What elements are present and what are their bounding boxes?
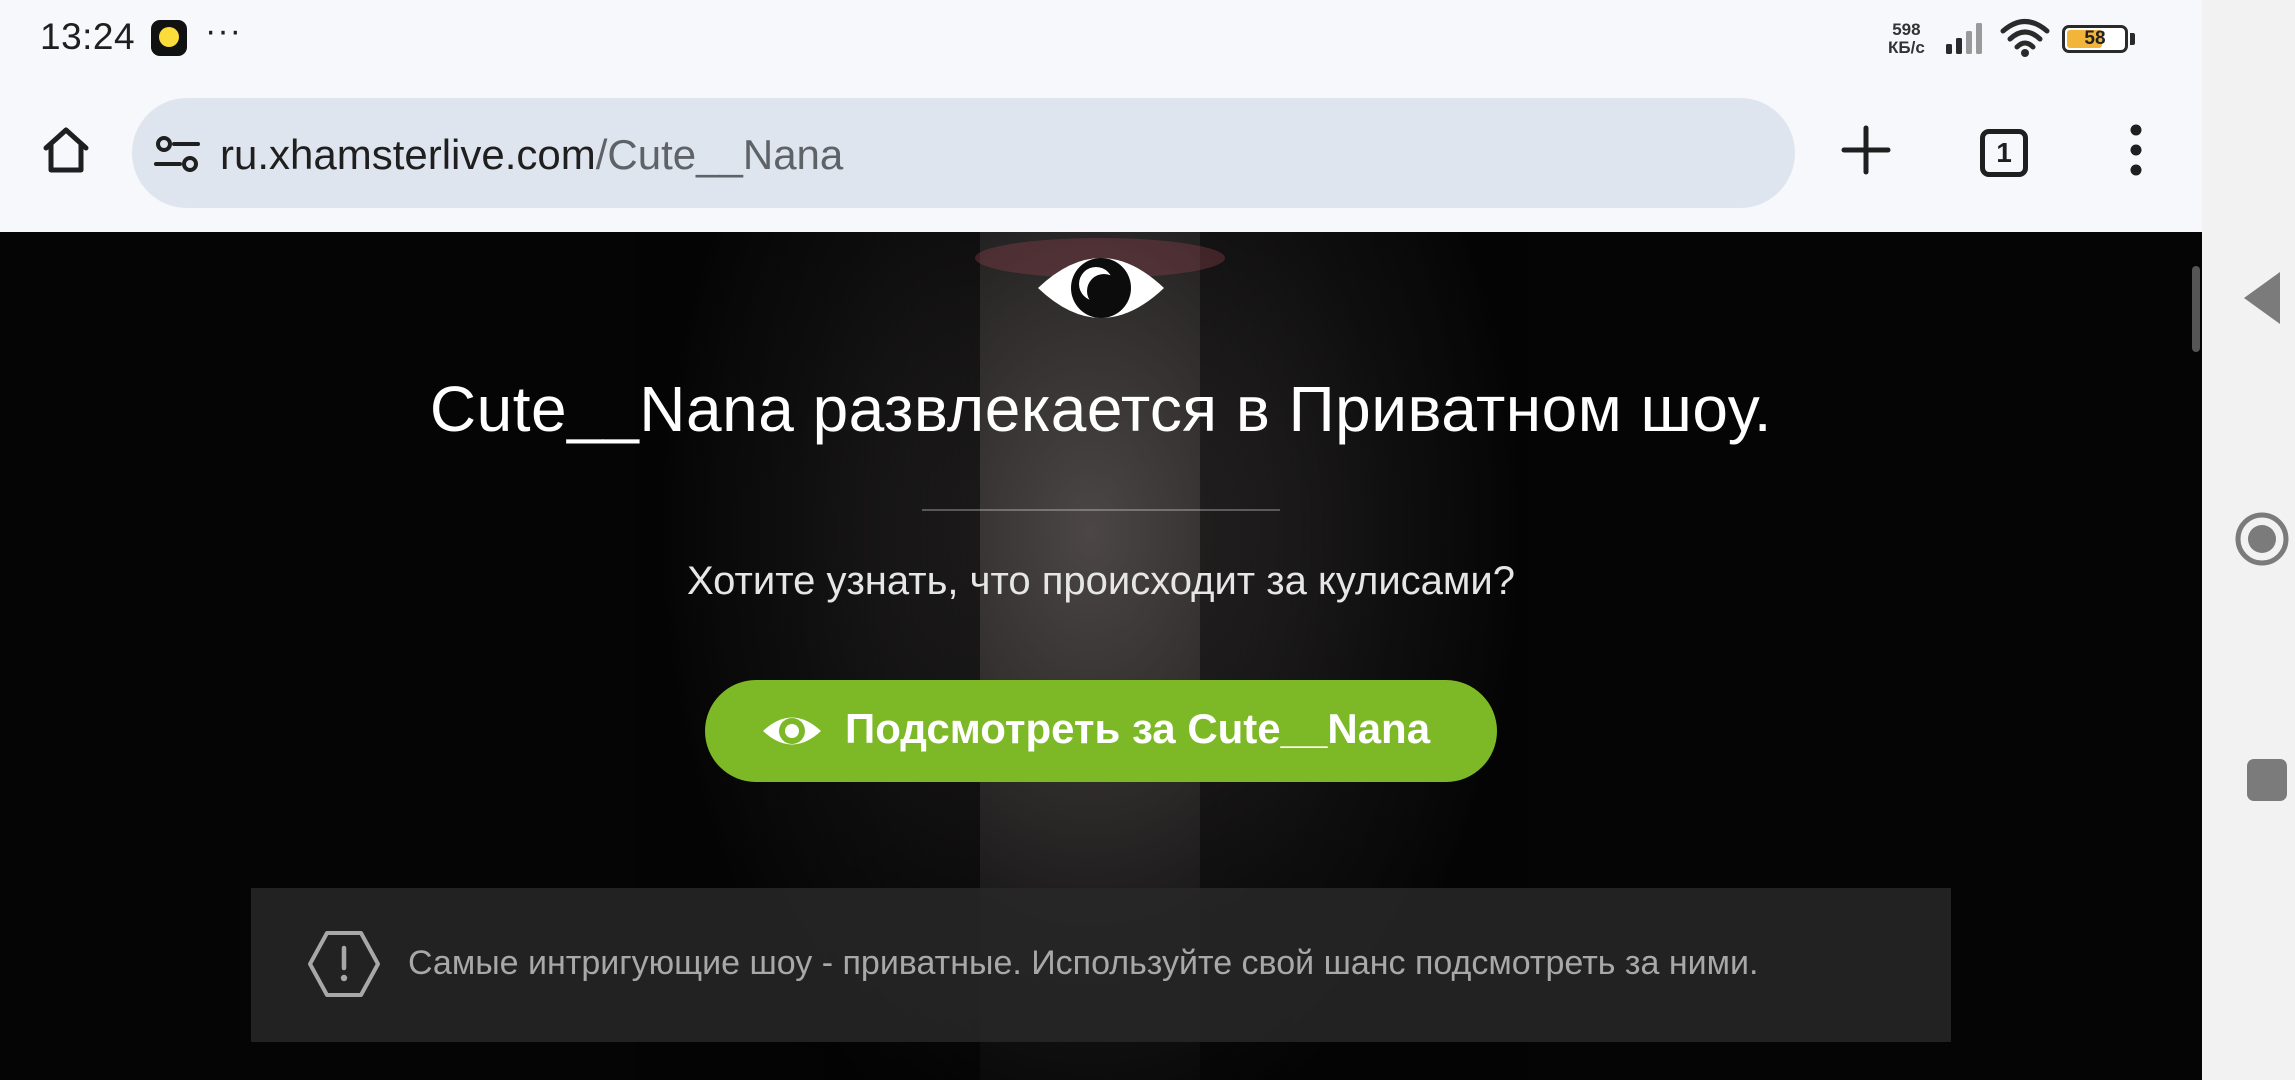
back-icon[interactable]	[2242, 270, 2282, 326]
tune-icon[interactable]	[154, 134, 200, 174]
battery-icon: 58	[2062, 25, 2128, 53]
divider	[922, 509, 1280, 511]
network-speed-unit: КБ/с	[1888, 38, 1925, 57]
battery-level: 58	[2084, 28, 2106, 49]
network-speed: 598 КБ/с	[1888, 21, 1925, 57]
recents-icon[interactable]	[2247, 759, 2287, 801]
home-icon[interactable]	[38, 122, 94, 178]
warning-hexagon-icon	[308, 931, 380, 997]
page-content: Cute__Nana развлекается в Приватном шоу.…	[0, 232, 2202, 1080]
spy-on-show-button[interactable]: Подсмотреть за Cute__Nana	[705, 680, 1497, 782]
eye-icon	[763, 717, 821, 745]
network-speed-value: 598	[1892, 20, 1921, 39]
notice-text: Самые интригующие шоу - приватные. Испол…	[408, 944, 1759, 982]
home-circle-icon[interactable]	[2234, 511, 2290, 567]
private-show-headline: Cute__Nana развлекается в Приватном шоу.	[429, 373, 1773, 445]
private-show-notice: Самые интригующие шоу - приватные. Испол…	[251, 888, 1951, 1042]
system-nav-bar	[2202, 0, 2295, 1080]
browser-toolbar: ru.xhamsterlive.com/Cute__Nana 1	[0, 82, 2202, 232]
wifi-icon	[2000, 19, 2050, 57]
plus-icon[interactable]	[1838, 122, 1894, 178]
status-more-indicator: ···	[205, 12, 242, 50]
private-show-subline: Хотите узнать, что происходит за кулисам…	[686, 559, 1516, 603]
url-text[interactable]: ru.xhamsterlive.com/Cute__Nana	[220, 131, 843, 179]
status-time: 13:24	[40, 16, 136, 57]
notification-app-icon	[151, 20, 187, 56]
url-host: ru.xhamsterlive.com	[220, 131, 596, 178]
status-bar: 13:24 ··· 598 КБ/с 58	[0, 0, 2202, 82]
page-scrollbar[interactable]	[2192, 266, 2200, 352]
battery-tip	[2130, 33, 2135, 45]
signal-icon	[1946, 23, 1982, 54]
eye-icon	[1038, 258, 1164, 318]
url-path: /Cute__Nana	[595, 131, 844, 178]
url-bar[interactable]: ru.xhamsterlive.com/Cute__Nana	[132, 98, 1795, 208]
spy-on-show-button-label: Подсмотреть за Cute__Nana	[845, 705, 1431, 752]
tab-switcher-button[interactable]: 1	[1980, 129, 2028, 177]
more-vert-icon[interactable]	[2108, 122, 2164, 178]
